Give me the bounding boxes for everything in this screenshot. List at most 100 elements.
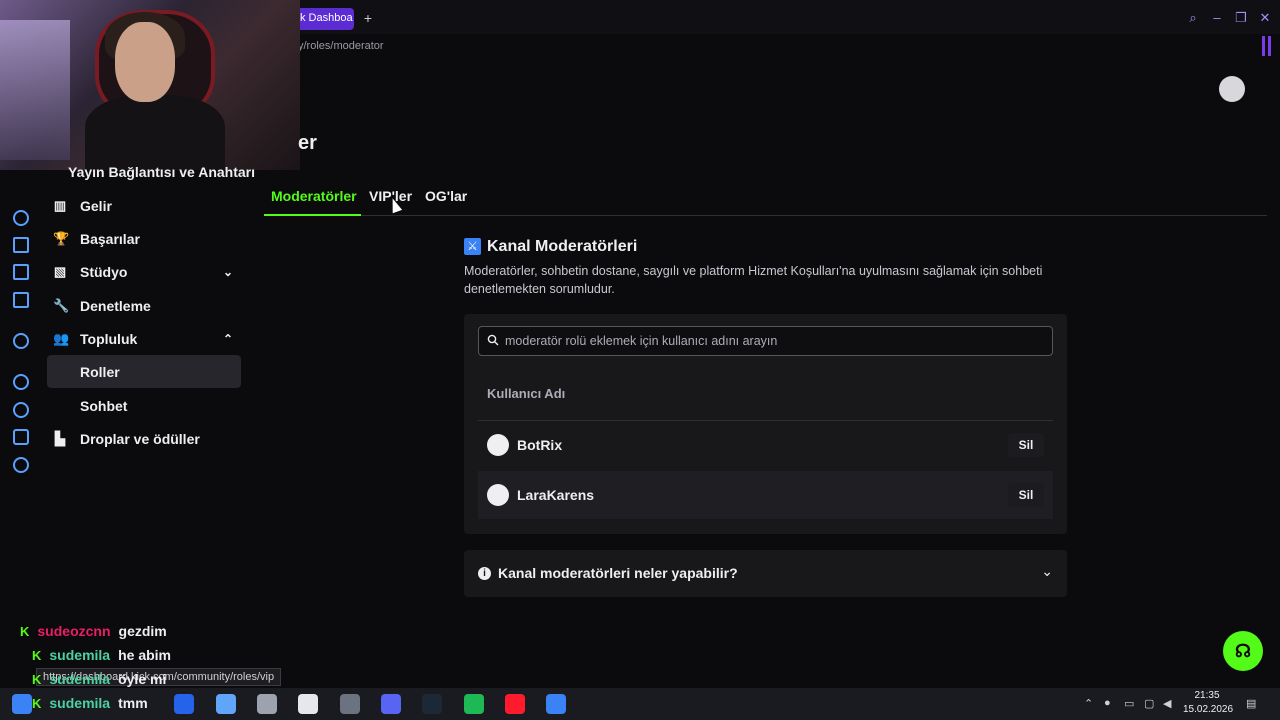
chat-username: sudemila xyxy=(49,671,111,687)
column-header-username: Kullanıcı Adı xyxy=(487,386,566,401)
sword-icon: ⚔ xyxy=(464,238,481,255)
app-icon[interactable] xyxy=(340,694,360,714)
sidebar-item-moderation[interactable]: 🔧 Denetleme xyxy=(47,289,241,322)
volume-icon[interactable]: ◀ xyxy=(1163,697,1171,710)
chart-icon: ▥ xyxy=(53,197,67,213)
chat-text: tmm xyxy=(118,695,148,711)
clock-time: 21:35 xyxy=(1194,690,1220,701)
search-icon xyxy=(487,334,499,346)
section-description: Moderatörler, sohbetin dostane, saygılı … xyxy=(464,264,1043,296)
chat-username: sudemila xyxy=(49,695,111,711)
sidebar-item-label: Roller xyxy=(80,363,120,380)
chat-message: K sudemila he abim xyxy=(32,645,171,665)
steam-icon[interactable] xyxy=(422,694,442,714)
moderation-icon[interactable] xyxy=(13,292,29,308)
moderator-name[interactable]: LaraKarens xyxy=(517,487,594,503)
sidebar-item-community[interactable]: 👥 Topluluk ⌃ xyxy=(47,322,241,355)
sidebar-item-achievements[interactable]: 🏆 Başarılar xyxy=(47,222,241,255)
close-icon[interactable]: ✕ xyxy=(1257,10,1273,26)
microphone-icon[interactable]: ● xyxy=(1104,697,1111,709)
table-row: BotRix Sil xyxy=(478,421,1053,469)
studio-icon[interactable] xyxy=(13,264,29,280)
sidebar-item-studio[interactable]: ▧ Stüdyo ⌄ xyxy=(47,255,241,288)
trophy-icon: 🏆 xyxy=(53,230,70,246)
chat-text: he abim xyxy=(118,647,171,663)
sidebar-item-stream-key[interactable]: Yayın Bağlantısı ve Anahtarı xyxy=(68,164,255,180)
sidebar-item-label: Başarılar xyxy=(80,230,140,247)
chat-username: sudemila xyxy=(49,647,111,663)
avatar[interactable] xyxy=(1219,76,1245,102)
chat-text: gezdim xyxy=(118,623,167,639)
chevron-down-icon[interactable]: ⌄ xyxy=(223,265,233,279)
dashboard-icon[interactable] xyxy=(13,210,29,226)
clock-date: 15.02.2026 xyxy=(1183,704,1234,715)
plugin-icon[interactable] xyxy=(13,429,29,445)
chat-message: K sudemila öyle mi xyxy=(32,669,166,689)
chat-message: K sudeozcnn gezdim xyxy=(20,621,167,641)
app-icon[interactable] xyxy=(174,694,194,714)
kick-icon: K xyxy=(32,671,42,687)
sidebar-item-chat[interactable]: Sohbet xyxy=(47,389,241,422)
network-icon[interactable]: ▢ xyxy=(1144,697,1154,710)
chevron-up-icon[interactable]: ⌃ xyxy=(223,332,233,346)
moderator-name[interactable]: BotRix xyxy=(517,437,562,453)
system-clock[interactable]: 21:35 15.02.2026 xyxy=(1183,689,1234,717)
sidebar-item-revenue[interactable]: ▥ Gelir xyxy=(47,189,241,222)
sidebar-toggle-icon[interactable] xyxy=(1262,36,1274,58)
opera-gx-icon[interactable] xyxy=(505,694,525,714)
kick-icon: K xyxy=(32,647,42,663)
new-tab-button[interactable]: + xyxy=(360,10,376,26)
faq-accordion[interactable]: i Kanal moderatörleri neler yapabilir? ⌄ xyxy=(464,550,1067,597)
avatar[interactable] xyxy=(487,434,509,456)
kick-icon: K xyxy=(20,623,30,639)
chat-message: K sudemila tmm xyxy=(32,693,148,713)
play-icon[interactable] xyxy=(13,374,29,390)
notification-icon[interactable]: ▤ xyxy=(1246,697,1256,710)
sidebar-item-label: Sohbet xyxy=(80,397,128,414)
sidebar-item-drops[interactable]: ▙ Droplar ve ödüller xyxy=(47,422,241,455)
section-title: Kanal Moderatörleri xyxy=(487,238,638,255)
address-bar[interactable]: y/roles/moderator xyxy=(298,40,384,52)
gear-icon[interactable] xyxy=(13,457,29,473)
app-icon[interactable] xyxy=(546,694,566,714)
support-icon[interactable]: ☊ xyxy=(1223,631,1263,671)
minimize-icon[interactable]: – xyxy=(1209,10,1225,26)
users-icon: 👥 xyxy=(53,330,70,346)
windows-start-icon[interactable] xyxy=(12,694,32,714)
remove-moderator-button[interactable]: Sil xyxy=(1008,433,1044,457)
faq-title: Kanal moderatörleri neler yapabilir? xyxy=(498,565,738,581)
avatar[interactable] xyxy=(487,484,509,506)
sidebar-item-label: Stüdyo xyxy=(80,263,128,280)
remove-moderator-button[interactable]: Sil xyxy=(1008,483,1044,507)
discord-icon[interactable] xyxy=(381,694,401,714)
gift-icon: ▙ xyxy=(55,430,65,446)
wrench-icon: 🔧 xyxy=(53,297,70,313)
sidebar-item-label: Topluluk xyxy=(80,330,138,347)
search-icon[interactable]: ⌕ xyxy=(1185,10,1201,26)
tab-ogs[interactable]: OG'lar xyxy=(425,188,467,204)
sidebar-item-roles[interactable]: Roller xyxy=(47,355,241,388)
sidebar-item-label: Denetleme xyxy=(80,297,151,314)
page-title: er xyxy=(298,132,317,154)
chat-username: sudeozcnn xyxy=(37,623,111,639)
role-tabs: Moderatörler VIP'ler OG'lar xyxy=(264,180,1267,216)
search-input[interactable] xyxy=(505,327,1045,355)
unity-icon[interactable] xyxy=(257,694,277,714)
chevron-down-icon[interactable]: ⌄ xyxy=(1041,563,1053,580)
info-icon: i xyxy=(478,567,491,580)
maximize-icon[interactable]: ❐ xyxy=(1233,10,1249,26)
community-icon[interactable] xyxy=(13,333,29,349)
tray-chevron-icon[interactable]: ⌃ xyxy=(1084,697,1093,710)
tab-moderators[interactable]: Moderatörler xyxy=(271,188,357,204)
logitech-icon[interactable] xyxy=(298,694,318,714)
sidebar-item-label: Droplar ve ödüller xyxy=(80,430,200,447)
app-icon[interactable] xyxy=(216,694,236,714)
browser-tab[interactable]: k Dashboa xyxy=(296,8,354,30)
tab-underline xyxy=(264,214,361,216)
battery-icon[interactable]: ▭ xyxy=(1124,697,1134,710)
spotify-icon[interactable] xyxy=(464,694,484,714)
table-row: LaraKarens Sil xyxy=(478,471,1053,519)
search-box[interactable] xyxy=(478,326,1053,356)
stream-icon[interactable] xyxy=(13,237,29,253)
clock-icon[interactable] xyxy=(13,402,29,418)
